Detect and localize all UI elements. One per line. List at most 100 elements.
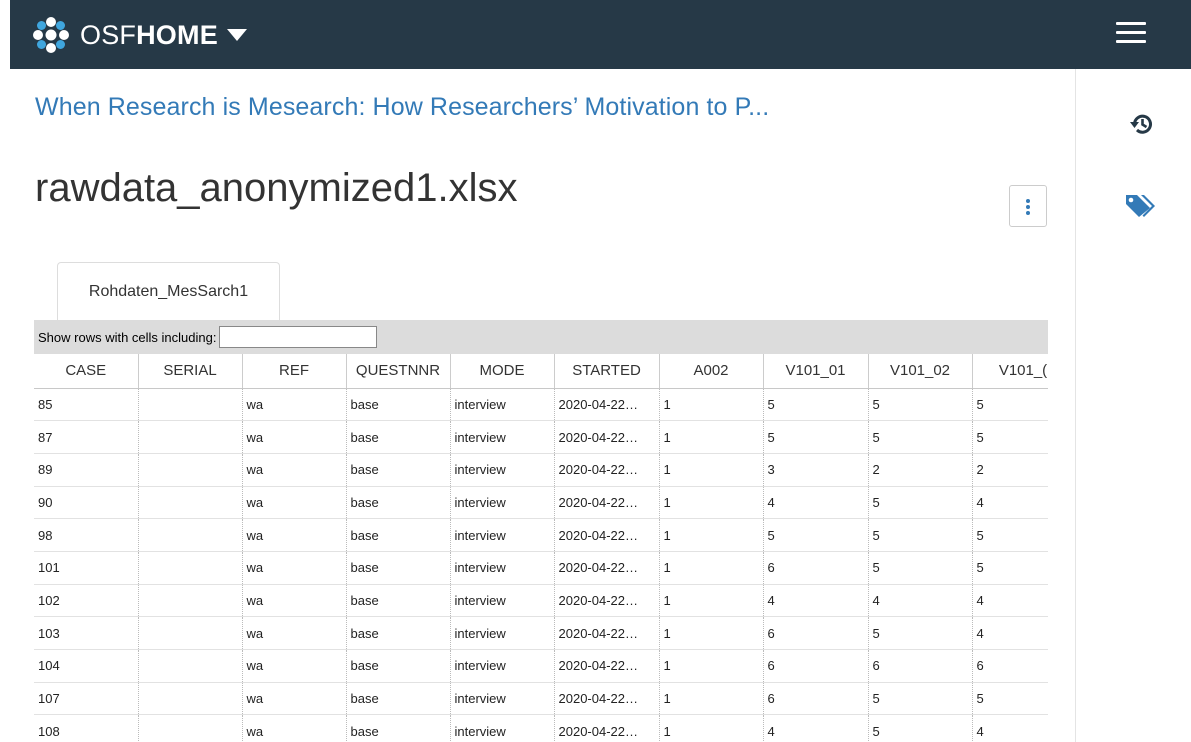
column-header[interactable]: V101_01 xyxy=(763,354,869,389)
column-header[interactable]: V101_( xyxy=(972,354,1048,389)
table-cell[interactable]: 1 xyxy=(659,420,764,454)
table-cell[interactable]: base xyxy=(346,420,451,454)
table-cell[interactable]: interview xyxy=(450,584,555,618)
table-cell[interactable]: 2020-04-22… xyxy=(554,551,660,585)
table-cell[interactable]: 1 xyxy=(659,453,764,487)
table-cell[interactable]: 5 xyxy=(972,682,1048,716)
table-cell[interactable]: 6 xyxy=(868,649,973,683)
table-cell[interactable]: base xyxy=(346,584,451,618)
table-cell[interactable] xyxy=(138,453,243,487)
table-cell[interactable]: base xyxy=(346,551,451,585)
project-title-link[interactable]: When Research is Mesearch: How Researche… xyxy=(35,93,769,122)
column-header[interactable]: MODE xyxy=(450,354,555,389)
table-cell[interactable]: 5 xyxy=(868,388,973,422)
table-cell[interactable]: base xyxy=(346,453,451,487)
table-cell[interactable]: interview xyxy=(450,682,555,716)
table-cell[interactable]: 1 xyxy=(659,518,764,552)
table-cell[interactable]: 2020-04-22… xyxy=(554,420,660,454)
sheet-tab[interactable]: Rohdaten_MesSarch1 xyxy=(57,262,280,320)
table-cell[interactable]: interview xyxy=(450,714,555,742)
table-cell[interactable]: 5 xyxy=(868,616,973,650)
column-header[interactable]: A002 xyxy=(659,354,764,389)
table-cell[interactable]: 6 xyxy=(763,616,869,650)
table-cell[interactable]: 1 xyxy=(659,551,764,585)
table-cell[interactable]: 1 xyxy=(659,486,764,520)
table-cell[interactable]: 1 xyxy=(659,714,764,742)
table-cell[interactable]: 6 xyxy=(763,649,869,683)
table-cell[interactable]: 1 xyxy=(659,649,764,683)
table-cell[interactable]: 6 xyxy=(763,551,869,585)
table-cell[interactable] xyxy=(138,420,243,454)
column-header[interactable]: SERIAL xyxy=(138,354,243,389)
table-cell[interactable]: base xyxy=(346,486,451,520)
table-cell[interactable]: wa xyxy=(242,518,347,552)
column-header[interactable]: QUESTNNR xyxy=(346,354,451,389)
table-cell[interactable]: base xyxy=(346,649,451,683)
table-cell[interactable]: wa xyxy=(242,584,347,618)
table-cell[interactable]: 104 xyxy=(34,649,139,683)
table-cell[interactable]: wa xyxy=(242,616,347,650)
table-cell[interactable]: 4 xyxy=(763,714,869,742)
tags-icon[interactable] xyxy=(1124,193,1156,219)
table-cell[interactable]: 5 xyxy=(868,486,973,520)
more-options-button[interactable] xyxy=(1009,185,1047,227)
table-cell[interactable]: interview xyxy=(450,551,555,585)
table-cell[interactable]: wa xyxy=(242,388,347,422)
table-cell[interactable]: 4 xyxy=(868,584,973,618)
table-cell[interactable]: 5 xyxy=(868,551,973,585)
table-cell[interactable] xyxy=(138,551,243,585)
table-cell[interactable]: base xyxy=(346,682,451,716)
table-cell[interactable]: wa xyxy=(242,714,347,742)
table-cell[interactable]: interview xyxy=(450,518,555,552)
table-cell[interactable]: 1 xyxy=(659,616,764,650)
table-cell[interactable]: 2020-04-22… xyxy=(554,388,660,422)
table-cell[interactable]: 3 xyxy=(763,453,869,487)
table-cell[interactable]: 5 xyxy=(763,518,869,552)
table-cell[interactable] xyxy=(138,616,243,650)
table-cell[interactable]: 1 xyxy=(659,388,764,422)
table-cell[interactable]: 102 xyxy=(34,584,139,618)
column-header[interactable]: V101_02 xyxy=(868,354,973,389)
table-cell[interactable]: 4 xyxy=(763,584,869,618)
table-cell[interactable]: 2020-04-22… xyxy=(554,682,660,716)
table-cell[interactable]: wa xyxy=(242,420,347,454)
table-cell[interactable]: 2 xyxy=(972,453,1048,487)
table-cell[interactable]: wa xyxy=(242,649,347,683)
history-icon[interactable] xyxy=(1128,112,1154,136)
table-cell[interactable]: 98 xyxy=(34,518,139,552)
table-cell[interactable]: base xyxy=(346,518,451,552)
table-cell[interactable]: 4 xyxy=(763,486,869,520)
table-cell[interactable]: wa xyxy=(242,551,347,585)
table-cell[interactable]: 108 xyxy=(34,714,139,742)
table-cell[interactable] xyxy=(138,714,243,742)
table-cell[interactable]: 1 xyxy=(659,584,764,618)
table-cell[interactable]: 5 xyxy=(868,714,973,742)
table-cell[interactable]: 90 xyxy=(34,486,139,520)
table-cell[interactable]: 5 xyxy=(868,682,973,716)
table-cell[interactable] xyxy=(138,486,243,520)
table-cell[interactable]: 6 xyxy=(972,649,1048,683)
table-cell[interactable]: interview xyxy=(450,388,555,422)
table-cell[interactable]: 5 xyxy=(972,420,1048,454)
table-cell[interactable]: 2020-04-22… xyxy=(554,584,660,618)
table-cell[interactable]: 5 xyxy=(972,551,1048,585)
column-header[interactable]: CASE xyxy=(34,354,139,389)
table-cell[interactable]: wa xyxy=(242,453,347,487)
table-cell[interactable]: interview xyxy=(450,649,555,683)
table-cell[interactable]: wa xyxy=(242,486,347,520)
table-cell[interactable]: base xyxy=(346,388,451,422)
table-cell[interactable]: 2020-04-22… xyxy=(554,453,660,487)
table-cell[interactable]: 5 xyxy=(763,420,869,454)
table-cell[interactable]: interview xyxy=(450,453,555,487)
osf-home-brand-menu[interactable]: OSFHOME xyxy=(32,16,248,54)
table-cell[interactable]: wa xyxy=(242,682,347,716)
table-cell[interactable]: interview xyxy=(450,486,555,520)
table-cell[interactable] xyxy=(138,518,243,552)
hamburger-menu-icon[interactable] xyxy=(1116,22,1146,46)
table-cell[interactable] xyxy=(138,682,243,716)
table-cell[interactable]: 107 xyxy=(34,682,139,716)
table-cell[interactable]: 5 xyxy=(972,388,1048,422)
table-cell[interactable]: 101 xyxy=(34,551,139,585)
filter-input[interactable] xyxy=(219,326,378,348)
table-cell[interactable]: 5 xyxy=(868,420,973,454)
